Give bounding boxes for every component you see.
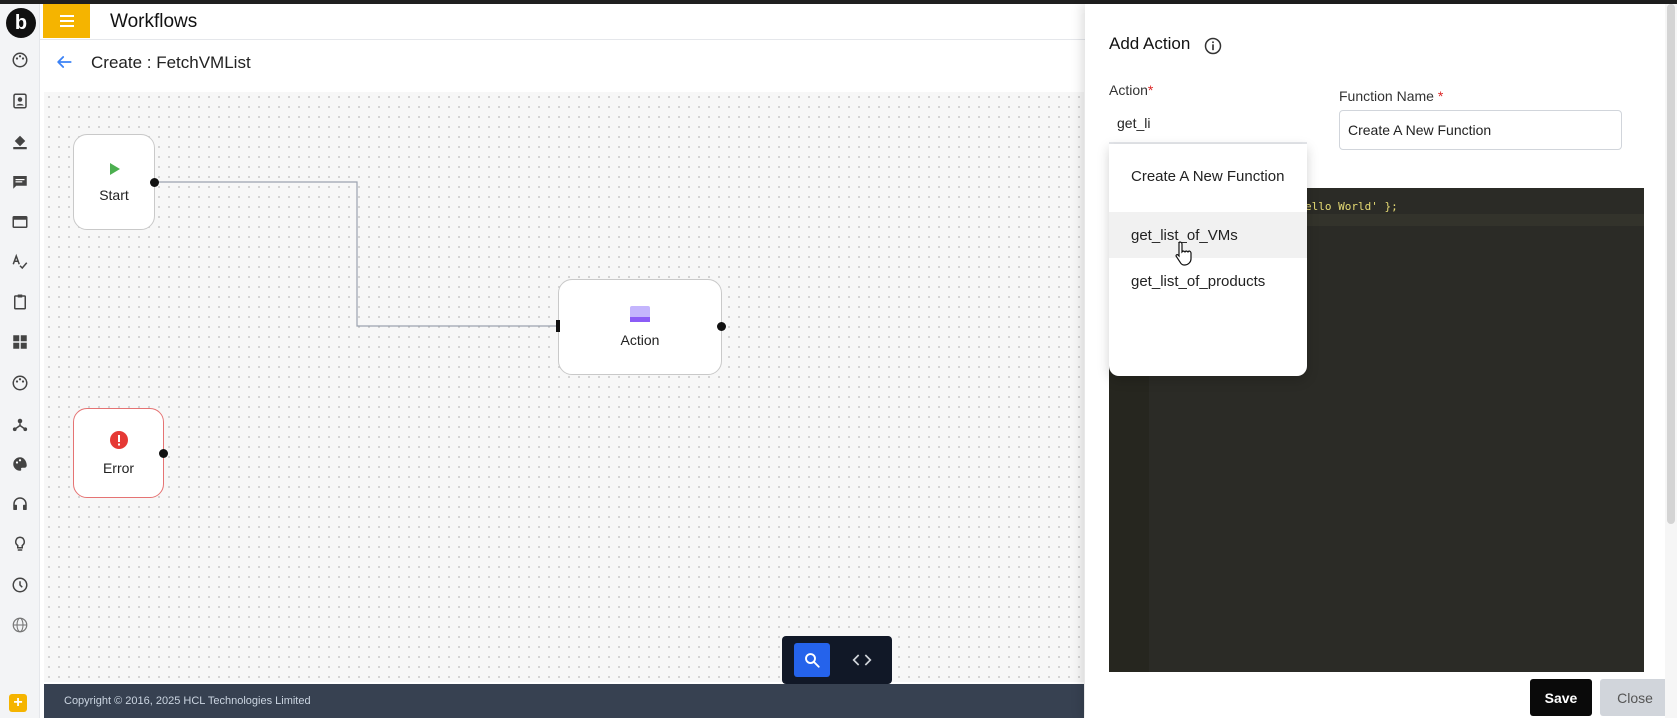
start-node-label: Start	[99, 187, 129, 203]
spellcheck-icon[interactable]	[10, 252, 30, 272]
palette-icon[interactable]	[10, 373, 30, 393]
action-label-text: Action	[1109, 82, 1148, 98]
panel-icon[interactable]	[10, 212, 30, 232]
error-output-port[interactable]	[159, 449, 168, 458]
action-node-label: Action	[620, 332, 660, 348]
start-node[interactable]: Start	[73, 134, 155, 230]
function-name-input[interactable]	[1339, 110, 1622, 150]
action-field-label: Action*	[1109, 82, 1153, 98]
start-output-port[interactable]	[150, 178, 159, 187]
error-node[interactable]: Error	[73, 408, 164, 498]
footer: Copyright © 2016, 2025 HCL Technologies …	[44, 684, 1084, 718]
lightbulb-icon[interactable]	[10, 534, 30, 554]
hub-icon[interactable]	[10, 414, 30, 434]
back-arrow-icon[interactable]	[54, 52, 74, 72]
action-node[interactable]: Action	[558, 279, 722, 375]
app-logo[interactable]: b	[6, 8, 36, 38]
action-dropdown-menu: Create A New Function get_list_of_VMs ge…	[1109, 144, 1307, 376]
error-node-label: Error	[102, 460, 135, 476]
function-name-required-mark: *	[1437, 88, 1444, 104]
page-title: Create : FetchVMList	[91, 53, 251, 72]
search-icon	[805, 653, 820, 668]
action-input-port[interactable]	[556, 320, 560, 332]
headset-icon[interactable]	[10, 494, 30, 514]
globe-icon[interactable]	[10, 615, 30, 635]
action-output-port[interactable]	[717, 322, 726, 331]
menu-toggle-button[interactable]	[43, 4, 90, 38]
left-rail: b +	[0, 4, 40, 718]
dropdown-option-get-list-of-products[interactable]: get_list_of_products	[1109, 258, 1307, 304]
app-title: Workflows	[110, 11, 198, 32]
clipboard-icon[interactable]	[10, 292, 30, 312]
palette-icon[interactable]	[10, 50, 30, 70]
color-palette-icon[interactable]	[10, 454, 30, 474]
drawer-scrollbar[interactable]	[1665, 4, 1677, 718]
info-icon[interactable]	[1203, 36, 1223, 56]
editor-code-text: ello World' };	[1305, 200, 1398, 213]
dropdown-option-create-function[interactable]: Create A New Function	[1109, 152, 1307, 200]
error-icon	[109, 431, 128, 449]
add-app-button[interactable]: +	[9, 694, 27, 712]
function-name-field-label: Function Name *	[1339, 88, 1443, 104]
drawer-title: Add Action	[1109, 34, 1191, 53]
dropdown-option-get-list-of-vms[interactable]: get_list_of_VMs	[1109, 212, 1307, 258]
action-panel-icon	[630, 306, 650, 322]
function-name-label-text: Function Name	[1339, 88, 1434, 104]
contact-icon[interactable]	[10, 91, 30, 111]
copyright-text: Copyright © 2016, 2025 HCL Technologies …	[64, 695, 311, 707]
action-search-input[interactable]	[1109, 104, 1307, 144]
code-view-button[interactable]	[844, 643, 880, 677]
search-button[interactable]	[794, 643, 830, 677]
close-button[interactable]: Close	[1600, 679, 1670, 716]
add-action-drawer: Add Action Action* Function Name * ello …	[1085, 4, 1677, 718]
hand-cursor-icon	[1175, 241, 1192, 266]
code-icon	[852, 654, 872, 666]
comment-icon[interactable]	[10, 172, 30, 192]
paint-bucket-icon[interactable]	[10, 131, 30, 151]
dashboard-icon[interactable]	[10, 332, 30, 352]
clock-icon[interactable]	[10, 575, 30, 595]
page-subheader: Create : FetchVMList	[44, 44, 1044, 84]
hamburger-icon	[59, 15, 74, 27]
play-icon	[110, 163, 120, 175]
connector-line	[154, 181, 559, 327]
action-required-mark: *	[1147, 82, 1154, 98]
save-button[interactable]: Save	[1530, 679, 1592, 716]
logo-letter: b	[14, 11, 28, 34]
canvas-toolbar	[782, 636, 892, 684]
scrollbar-thumb[interactable]	[1667, 4, 1675, 524]
workflow-canvas[interactable]: Start Action Error	[44, 92, 1084, 682]
